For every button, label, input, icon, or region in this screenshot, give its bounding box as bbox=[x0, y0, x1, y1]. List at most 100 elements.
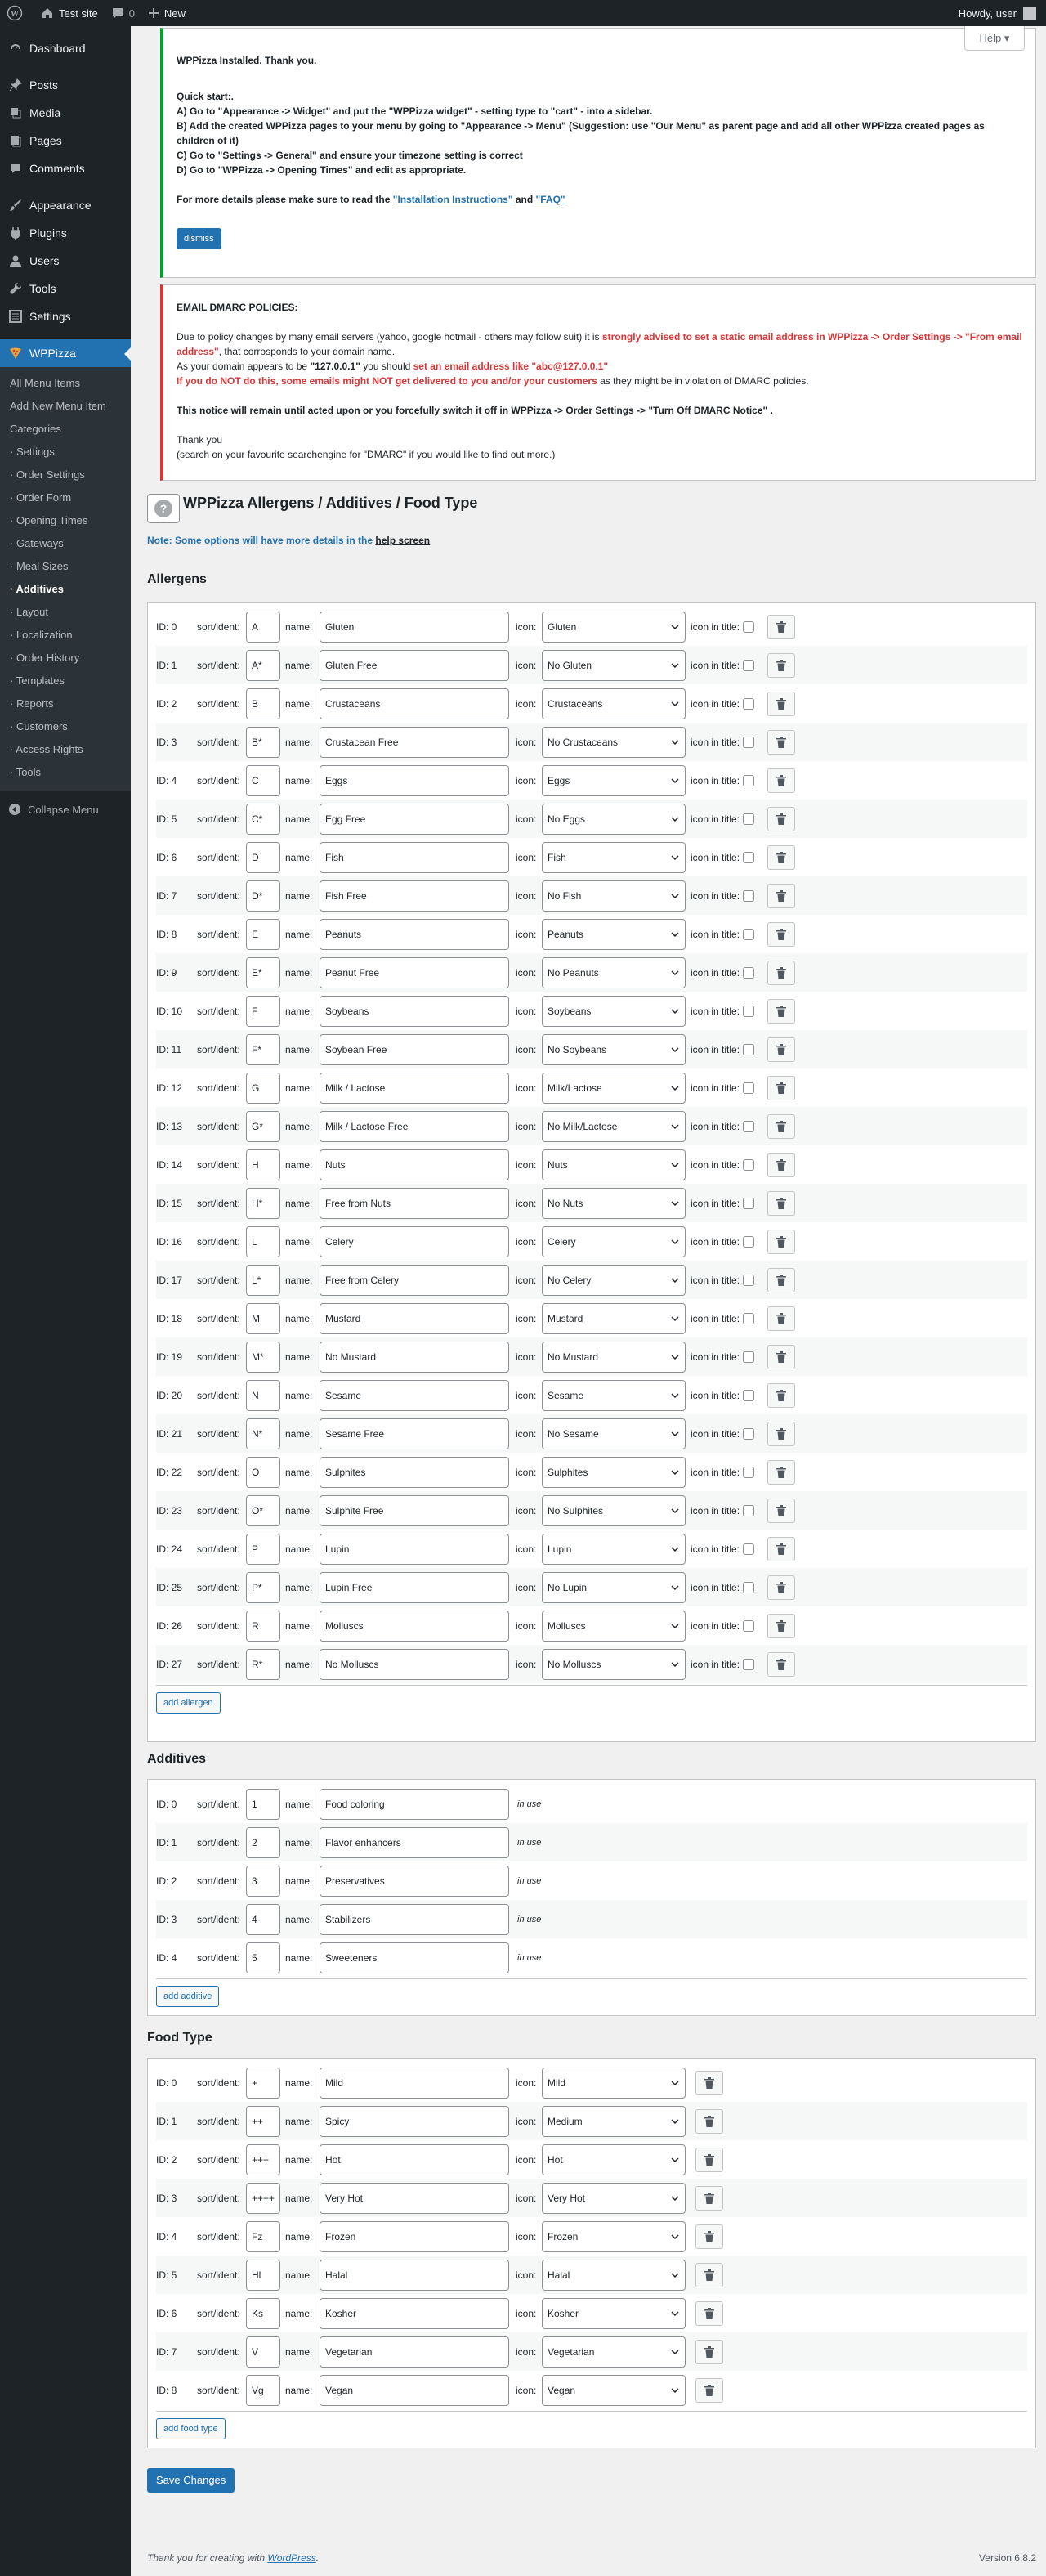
sort-ident-input[interactable]: R bbox=[246, 1610, 280, 1642]
sort-ident-input[interactable]: M bbox=[246, 1302, 280, 1334]
sort-ident-input[interactable]: 1 bbox=[246, 1788, 280, 1820]
submenu-item[interactable]: Categories bbox=[0, 418, 131, 441]
menu-comments[interactable]: Comments bbox=[0, 155, 131, 182]
sort-ident-input[interactable]: E* bbox=[246, 956, 280, 988]
delete-button[interactable] bbox=[695, 2339, 723, 2364]
icon-select[interactable]: Nuts bbox=[542, 1149, 686, 1180]
icon-select[interactable]: Molluscs bbox=[542, 1610, 686, 1642]
name-input[interactable]: Lupin Free bbox=[320, 1571, 509, 1603]
sort-ident-input[interactable]: G bbox=[246, 1072, 280, 1104]
name-input[interactable]: Mild bbox=[320, 2067, 509, 2099]
name-input[interactable]: Gluten bbox=[320, 611, 509, 643]
name-input[interactable]: Frozen bbox=[320, 2220, 509, 2252]
name-input[interactable]: Sulphite Free bbox=[320, 1494, 509, 1526]
delete-button[interactable] bbox=[767, 1267, 796, 1292]
name-input[interactable]: Flavor enhancers bbox=[320, 1826, 509, 1858]
sort-ident-input[interactable]: F* bbox=[246, 1033, 280, 1065]
icon-select[interactable]: No Milk/Lactose bbox=[542, 1110, 686, 1142]
sort-ident-input[interactable]: 3 bbox=[246, 1865, 280, 1897]
sort-ident-input[interactable]: O* bbox=[246, 1494, 280, 1526]
name-input[interactable]: Fish Free bbox=[320, 880, 509, 912]
icon-select[interactable]: No Soybeans bbox=[542, 1033, 686, 1065]
name-input[interactable]: Kosher bbox=[320, 2297, 509, 2329]
delete-button[interactable] bbox=[767, 1229, 796, 1254]
sort-ident-input[interactable]: Ks bbox=[246, 2297, 280, 2329]
sort-ident-input[interactable]: C bbox=[246, 764, 280, 796]
icon-in-title-checkbox[interactable] bbox=[743, 1274, 755, 1286]
sort-ident-input[interactable]: E bbox=[246, 918, 280, 950]
icon-select[interactable]: Very Hot bbox=[542, 2182, 686, 2214]
add-allergen-button[interactable]: add allergen bbox=[156, 1692, 221, 1714]
submenu-item[interactable]: · Additives bbox=[0, 578, 131, 601]
delete-button[interactable] bbox=[767, 998, 796, 1024]
icon-in-title-checkbox[interactable] bbox=[743, 1005, 755, 1017]
delete-button[interactable] bbox=[767, 1152, 796, 1177]
delete-button[interactable] bbox=[767, 1382, 796, 1408]
menu-dashboard[interactable]: Dashboard bbox=[0, 34, 131, 62]
sort-ident-input[interactable]: P bbox=[246, 1533, 280, 1565]
submenu-item[interactable]: · Layout bbox=[0, 601, 131, 624]
add-foodtype-button[interactable]: add food type bbox=[156, 2418, 226, 2439]
menu-plugins[interactable]: Plugins bbox=[0, 219, 131, 247]
sort-ident-input[interactable]: H bbox=[246, 1149, 280, 1180]
icon-select[interactable]: Halal bbox=[542, 2259, 686, 2291]
submenu-item[interactable]: · Gateways bbox=[0, 532, 131, 555]
icon-select[interactable]: Peanuts bbox=[542, 918, 686, 950]
sort-ident-input[interactable]: + bbox=[246, 2067, 280, 2099]
icon-select[interactable]: No Eggs bbox=[542, 803, 686, 835]
name-input[interactable]: Halal bbox=[320, 2259, 509, 2291]
sort-ident-input[interactable]: B* bbox=[246, 726, 280, 758]
name-input[interactable]: Soybeans bbox=[320, 995, 509, 1027]
delete-button[interactable] bbox=[695, 2224, 723, 2249]
sort-ident-input[interactable]: A* bbox=[246, 649, 280, 681]
icon-select[interactable]: Celery bbox=[542, 1225, 686, 1257]
menu-appearance[interactable]: Appearance bbox=[0, 191, 131, 219]
name-input[interactable]: Sulphites bbox=[320, 1456, 509, 1488]
name-input[interactable]: Hot bbox=[320, 2144, 509, 2175]
delete-button[interactable] bbox=[767, 921, 796, 947]
help-screen-link[interactable]: help screen bbox=[375, 535, 430, 546]
icon-in-title-checkbox[interactable] bbox=[743, 736, 755, 748]
submenu-item[interactable]: · Access Rights bbox=[0, 738, 131, 761]
delete-button[interactable] bbox=[767, 1575, 796, 1600]
sort-ident-input[interactable]: N bbox=[246, 1379, 280, 1411]
submenu-item[interactable]: · Tools bbox=[0, 761, 131, 784]
icon-in-title-checkbox[interactable] bbox=[743, 1158, 755, 1171]
sort-ident-input[interactable]: L* bbox=[246, 1264, 280, 1296]
name-input[interactable]: Molluscs bbox=[320, 1610, 509, 1642]
icon-select[interactable]: No Mustard bbox=[542, 1341, 686, 1373]
delete-button[interactable] bbox=[767, 1613, 796, 1638]
icon-in-title-checkbox[interactable] bbox=[743, 1043, 755, 1055]
icon-select[interactable]: Fish bbox=[542, 841, 686, 873]
icon-select[interactable]: Sulphites bbox=[542, 1456, 686, 1488]
submenu-item[interactable]: · Opening Times bbox=[0, 509, 131, 532]
sort-ident-input[interactable]: L bbox=[246, 1225, 280, 1257]
submenu-item[interactable]: · Order Form bbox=[0, 486, 131, 509]
sort-ident-input[interactable]: F bbox=[246, 995, 280, 1027]
icon-in-title-checkbox[interactable] bbox=[743, 697, 755, 710]
icon-in-title-checkbox[interactable] bbox=[743, 1197, 755, 1209]
menu-settings[interactable]: Settings bbox=[0, 302, 131, 330]
sort-ident-input[interactable]: ++++ bbox=[246, 2182, 280, 2214]
icon-select[interactable]: No Peanuts bbox=[542, 956, 686, 988]
menu-users[interactable]: Users bbox=[0, 247, 131, 275]
collapse-menu-button[interactable]: Collapse Menu bbox=[0, 795, 131, 823]
delete-button[interactable] bbox=[767, 1459, 796, 1485]
delete-button[interactable] bbox=[767, 844, 796, 870]
name-input[interactable]: Fish bbox=[320, 841, 509, 873]
icon-select[interactable]: Lupin bbox=[542, 1533, 686, 1565]
name-input[interactable]: Milk / Lactose Free bbox=[320, 1110, 509, 1142]
icon-select[interactable]: No Sulphites bbox=[542, 1494, 686, 1526]
help-screen-button[interactable]: ? bbox=[147, 494, 180, 523]
icon-select[interactable]: No Fish bbox=[542, 880, 686, 912]
name-input[interactable]: Free from Nuts bbox=[320, 1187, 509, 1219]
icon-select[interactable]: No Lupin bbox=[542, 1571, 686, 1603]
name-input[interactable]: Crustaceans bbox=[320, 688, 509, 719]
icon-in-title-checkbox[interactable] bbox=[743, 1620, 755, 1632]
name-input[interactable]: Mustard bbox=[320, 1302, 509, 1334]
save-changes-button[interactable]: Save Changes bbox=[147, 2468, 235, 2493]
add-additive-button[interactable]: add additive bbox=[156, 1986, 220, 2007]
sort-ident-input[interactable]: R* bbox=[246, 1648, 280, 1680]
name-input[interactable]: Preservatives bbox=[320, 1865, 509, 1897]
icon-select[interactable]: No Gluten bbox=[542, 649, 686, 681]
